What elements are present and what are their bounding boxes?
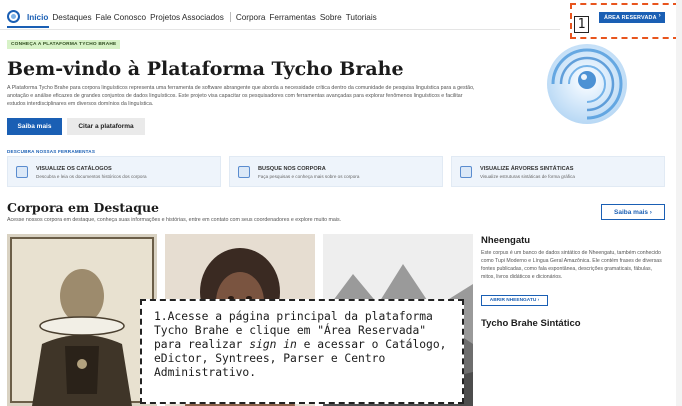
abrir-nheengatu-button[interactable]: ABRIR NHEENGATU › [481, 295, 548, 306]
corpora-section-description: Acesse nossos corpora em destaque, conhe… [7, 217, 342, 223]
corpora-saiba-mais-button[interactable]: Saiba mais › [601, 204, 665, 220]
chevron-right-icon: › [649, 208, 652, 216]
nav-divider [229, 12, 231, 22]
corpus-image-tycho-brahe[interactable] [7, 234, 157, 406]
next-corpus-title: Tycho Brahe Sintático [481, 318, 581, 329]
nav-item-destaques[interactable]: Destaques [52, 13, 91, 22]
tools-section-label: DESCUBRA NOSSAS FERRAMENTAS [7, 149, 96, 154]
tool-card-arvores[interactable]: VISUALIZE ÁRVORES SINTÁTICAS Visualize e… [451, 156, 665, 187]
callout-number: 1 [574, 16, 589, 33]
tool-card-busca[interactable]: BUSQUE NOS CORPORA Faça pesquisas e conh… [229, 156, 443, 187]
saiba-mais-button[interactable]: Saiba mais [7, 118, 62, 135]
featured-corpus-description: Este corpus é um banco de dados sintátic… [481, 250, 662, 280]
nav-item-tutoriais[interactable]: Tutoriais [346, 13, 377, 22]
abrir-nheengatu-label: ABRIR NHEENGATU [489, 298, 537, 303]
document-icon [16, 166, 28, 178]
tree-icon [460, 166, 472, 178]
instruction-text-emphasis: sign in [249, 338, 297, 351]
nav-item-ferramentas[interactable]: Ferramentas [269, 13, 315, 22]
hero-description: A Plataforma Tycho Brahe para corpora li… [7, 85, 475, 107]
tool-title: BUSQUE NOS CORPORA [258, 166, 326, 172]
tool-description: Faça pesquisas e conheça mais sobre os c… [258, 174, 360, 179]
platform-orb-illustration [547, 44, 627, 124]
hero-badge: CONHEÇA A PLATAFORMA TYCHO BRAHE [7, 40, 121, 49]
main-nav: Início Destaques Fale Conosco Projetos A… [27, 12, 381, 22]
active-tab-indicator [7, 26, 49, 28]
featured-corpus-title: Nheengatu [481, 235, 531, 246]
chevron-right-icon: › [537, 298, 540, 303]
tool-card-catalogos[interactable]: VISUALIZE OS CATÁLOGOS Descubra e leia o… [7, 156, 221, 187]
nav-divider-line [0, 29, 560, 30]
nav-item-inicio[interactable]: Início [27, 13, 48, 22]
page-title: Bem-vindo à Plataforma Tycho Brahe [7, 58, 404, 80]
tool-title: VISUALIZE OS CATÁLOGOS [36, 166, 112, 172]
instruction-callout: 1.Acesse a página principal da plataform… [140, 299, 464, 404]
saiba-mais-label: Saiba mais [614, 208, 648, 216]
citar-plataforma-button[interactable]: Citar a plataforma [67, 118, 145, 135]
search-corpus-icon [238, 166, 250, 178]
page-scrollbar[interactable] [676, 0, 682, 406]
corpora-section-title: Corpora em Destaque [7, 200, 160, 215]
nav-item-corpora[interactable]: Corpora [236, 13, 266, 22]
tool-description: Visualize estruturas sintáticas de forma… [480, 174, 575, 179]
nav-item-sobre[interactable]: Sobre [320, 13, 342, 22]
platform-logo-icon[interactable] [7, 10, 20, 23]
nav-item-projetos-associados[interactable]: Projetos Associados [150, 13, 224, 22]
nav-item-fale-conosco[interactable]: Fale Conosco [96, 13, 147, 22]
tool-title: VISUALIZE ÁRVORES SINTÁTICAS [480, 166, 574, 172]
tool-description: Descubra e leia os documentos históricos… [36, 174, 147, 179]
